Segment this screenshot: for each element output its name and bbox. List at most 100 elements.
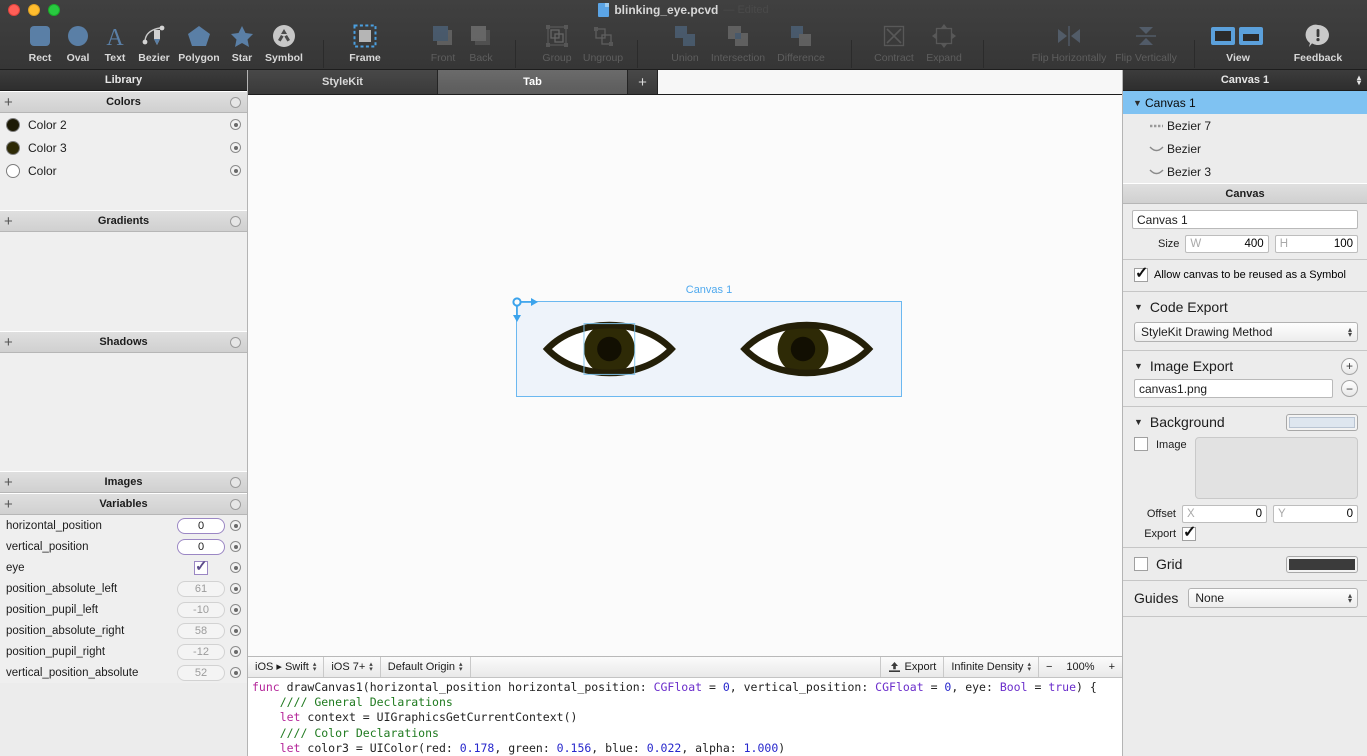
code-export-method-select[interactable]: StyleKit Drawing Method ▴ ▾ — [1134, 322, 1358, 342]
section-header-shadows[interactable]: + Shadows — [0, 331, 247, 353]
origin-select[interactable]: Default Origin ▴ ▾ — [381, 656, 471, 677]
variable-row[interactable]: position_pupil_left -10 — [0, 599, 247, 620]
symbol-reuse-checkbox[interactable] — [1134, 263, 1148, 283]
tool-symbol[interactable]: Symbol — [258, 18, 310, 70]
tool-frame[interactable]: Frame — [339, 18, 391, 70]
variables-options-icon[interactable] — [230, 498, 241, 510]
tool-flip-vertically[interactable]: Flip Vertically — [1106, 18, 1186, 70]
version-select[interactable]: iOS 7+ ▴ ▾ — [324, 656, 381, 677]
variable-row[interactable]: vertical_position_absolute 52 — [0, 662, 247, 683]
code-editor[interactable]: func drawCanvas1(horizontal_position hor… — [248, 678, 1122, 756]
variable-value-input[interactable]: -10 — [177, 601, 225, 618]
variable-value-input[interactable]: -12 — [177, 643, 225, 660]
canvas-width-input[interactable]: W 400 — [1185, 235, 1269, 253]
remove-image-export-button[interactable]: − — [1341, 380, 1358, 397]
section-header-colors[interactable]: + Colors — [0, 91, 247, 113]
variable-row[interactable]: eye — [0, 557, 247, 578]
variable-row[interactable]: position_absolute_left 61 — [0, 578, 247, 599]
tool-difference[interactable]: Difference — [775, 18, 827, 70]
tool-contract[interactable]: Contract — [868, 18, 920, 70]
variable-row[interactable]: position_pupil_right -12 — [0, 641, 247, 662]
background-offset-y-input[interactable]: Y 0 — [1273, 505, 1358, 523]
layer-row-bezier[interactable]: Bezier — [1123, 137, 1367, 160]
variable-target-icon[interactable] — [230, 541, 241, 552]
tab-tab[interactable]: Tab — [438, 70, 628, 94]
guides-select[interactable]: None ▴ ▾ — [1188, 588, 1358, 608]
variable-target-icon[interactable] — [230, 562, 241, 573]
tool-ungroup[interactable]: Ungroup — [577, 18, 629, 70]
background-export-checkbox[interactable] — [1182, 522, 1196, 542]
symbol-reuse-row[interactable]: Allow canvas to be reused as a Symbol — [1123, 260, 1367, 291]
shadows-options-icon[interactable] — [230, 336, 241, 348]
disclosure-triangle-icon[interactable]: ▼ — [1134, 302, 1143, 312]
export-button[interactable]: Export — [881, 656, 945, 677]
add-image-export-button[interactable]: + — [1341, 357, 1358, 375]
variable-target-icon[interactable] — [230, 583, 241, 594]
variable-row[interactable]: horizontal_position 0 — [0, 515, 247, 536]
color-target-icon[interactable] — [230, 165, 241, 176]
section-header-variables[interactable]: + Variables — [0, 493, 247, 515]
color-swatch[interactable] — [6, 163, 20, 178]
variable-value-input[interactable]: 0 — [177, 517, 225, 534]
variable-target-icon[interactable] — [230, 625, 241, 636]
add-tab-button[interactable]: + — [628, 70, 658, 94]
variable-target-icon[interactable] — [230, 646, 241, 657]
gradients-options-icon[interactable] — [230, 215, 241, 227]
add-shadow-button[interactable]: + — [4, 335, 13, 350]
density-select[interactable]: Infinite Density ▴ ▾ — [944, 656, 1039, 677]
code-export-header[interactable]: ▼ Code Export — [1123, 292, 1367, 320]
list-item[interactable]: Color 3 — [0, 136, 247, 159]
disclosure-triangle-icon[interactable]: ▼ — [1134, 417, 1143, 427]
color-swatch[interactable] — [6, 117, 20, 132]
layer-row-bezier7[interactable]: Bezier 7 — [1123, 114, 1367, 137]
images-options-icon[interactable] — [230, 476, 241, 488]
color-swatch[interactable] — [6, 140, 20, 155]
tool-union[interactable]: Union — [659, 18, 711, 70]
tool-expand[interactable]: Expand — [918, 18, 970, 70]
tab-stylekit[interactable]: StyleKit — [248, 70, 438, 94]
add-variable-button[interactable]: + — [4, 497, 13, 512]
grid-checkbox[interactable] — [1134, 557, 1148, 571]
layer-row-bezier3[interactable]: Bezier 3 — [1123, 160, 1367, 183]
canvas-origin-marker[interactable] — [510, 294, 570, 334]
tool-intersection[interactable]: Intersection — [711, 18, 765, 70]
image-export-header[interactable]: ▼ Image Export + — [1123, 351, 1367, 379]
disclosure-triangle-icon[interactable]: ▼ — [1133, 98, 1145, 108]
tool-back[interactable]: Back — [455, 18, 507, 70]
list-item[interactable]: Color 2 — [0, 113, 247, 136]
add-image-button[interactable]: + — [4, 475, 13, 490]
variable-value-input[interactable]: 58 — [177, 622, 225, 639]
variable-value-input[interactable]: 52 — [177, 664, 225, 681]
variable-row[interactable]: vertical_position 0 — [0, 536, 247, 557]
variable-target-icon[interactable] — [230, 520, 241, 531]
colors-options-icon[interactable] — [230, 96, 241, 108]
background-offset-x-input[interactable]: X 0 — [1182, 505, 1267, 523]
list-item[interactable]: Color — [0, 159, 247, 182]
platform-select[interactable]: iOS ▸ Swift ▴ ▾ — [248, 656, 325, 677]
background-color-swatch[interactable] — [1286, 413, 1358, 431]
variable-target-icon[interactable] — [230, 604, 241, 615]
layer-row-canvas1[interactable]: ▼ Canvas 1 — [1123, 91, 1367, 114]
tool-view[interactable]: View — [1211, 18, 1264, 70]
background-header[interactable]: ▼ Background — [1123, 407, 1367, 435]
zoom-out-button[interactable]: − — [1039, 657, 1059, 677]
image-export-filename-input[interactable]: canvas1.png — [1134, 379, 1333, 398]
variable-row[interactable]: position_absolute_right 58 — [0, 620, 247, 641]
variable-target-icon[interactable] — [230, 667, 241, 678]
zoom-in-button[interactable]: + — [1102, 657, 1122, 677]
canvas-frame[interactable] — [516, 301, 902, 397]
canvas-area[interactable]: Canvas 1 — [248, 95, 1122, 656]
disclosure-triangle-icon[interactable]: ▼ — [1134, 361, 1143, 371]
variable-value-input[interactable]: 61 — [177, 580, 225, 597]
tool-flip-horizontally[interactable]: Flip Horizontally — [1024, 18, 1114, 70]
variable-value-input[interactable]: 0 — [177, 538, 225, 555]
section-header-images[interactable]: + Images — [0, 471, 247, 493]
canvas-name-input[interactable]: Canvas 1 — [1132, 210, 1358, 229]
color-target-icon[interactable] — [230, 119, 241, 130]
grid-color-swatch[interactable] — [1286, 555, 1358, 573]
tool-group[interactable]: Group — [531, 18, 583, 70]
section-header-gradients[interactable]: + Gradients — [0, 210, 247, 232]
background-image-checkbox[interactable] — [1134, 437, 1148, 451]
canvas-height-input[interactable]: H 100 — [1274, 235, 1358, 253]
add-gradient-button[interactable]: + — [4, 214, 13, 229]
